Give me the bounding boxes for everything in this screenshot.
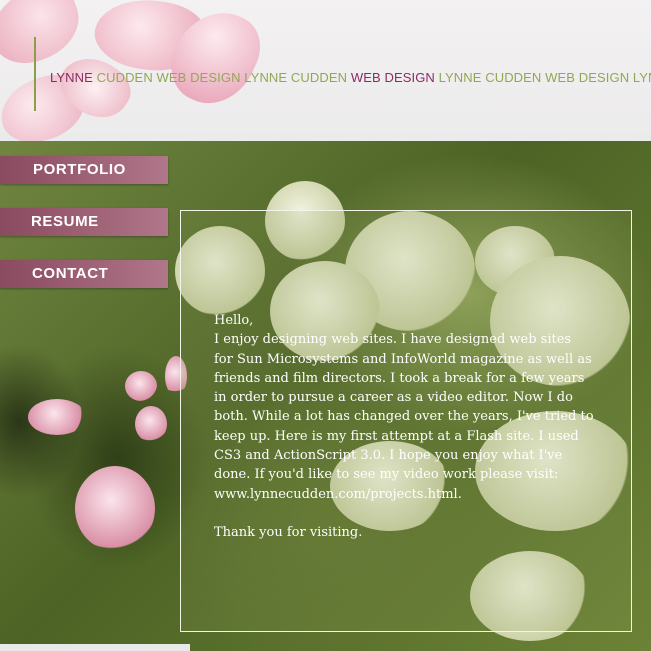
nav-portfolio-button[interactable]: PORTFOLIO	[0, 156, 168, 184]
greeting-text: Hello,	[214, 313, 254, 328]
blossom-image	[135, 406, 167, 442]
bottom-strip	[0, 644, 190, 651]
closing-text: Thank you for visiting.	[214, 524, 363, 540]
tagline-segment: CUDDEN WEB DESIGN LYNNE CUDDEN	[92, 70, 351, 85]
nav-resume-label: RESUME	[31, 213, 99, 230]
blossom-image	[75, 466, 155, 551]
tagline-segment: WEB DESIGN	[350, 70, 435, 85]
blossom-image	[125, 371, 157, 401]
nav-portfolio-label: PORTFOLIO	[33, 161, 126, 178]
tagline-segment: LYNNE	[50, 70, 93, 85]
nav-contact-button[interactable]: CONTACT	[0, 260, 168, 288]
nav-resume-button[interactable]: RESUME	[0, 208, 168, 236]
header-divider	[34, 37, 36, 111]
tagline-segment: LYNNE CUDDEN WEB DESIGN LYN	[434, 70, 651, 85]
site-tagline: LYNNE CUDDEN WEB DESIGN LYNNE CUDDEN WEB…	[50, 70, 651, 85]
header-banner: LYNNE CUDDEN WEB DESIGN LYNNE CUDDEN WEB…	[0, 0, 651, 141]
nav-contact-label: CONTACT	[32, 265, 109, 282]
intro-paragraph: I enjoy designing web sites. I have desi…	[214, 332, 594, 502]
content-text: Hello, I enjoy designing web sites. I ha…	[214, 311, 594, 542]
blossom-image	[28, 399, 86, 435]
